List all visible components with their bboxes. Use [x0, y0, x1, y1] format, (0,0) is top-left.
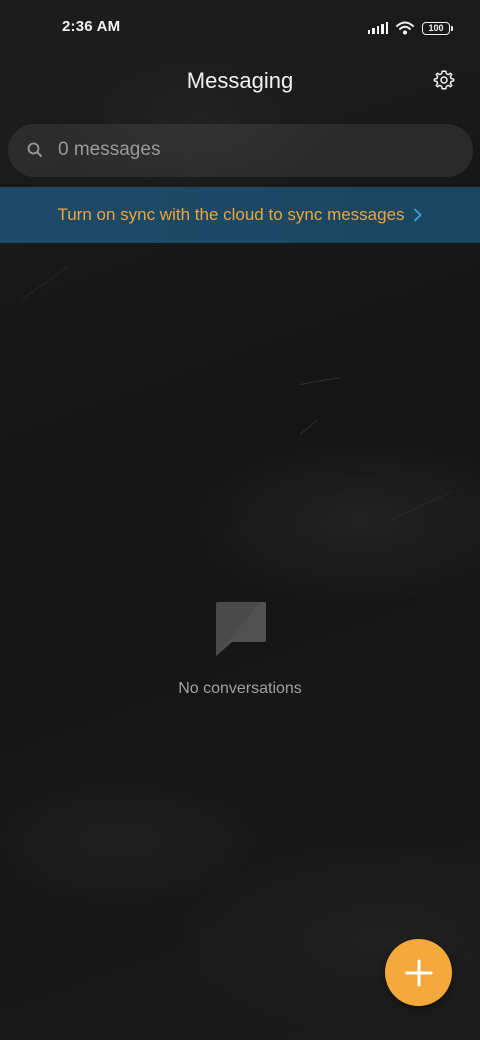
wifi-icon: [396, 21, 414, 35]
chevron-right-icon: [413, 208, 421, 222]
search-icon: [27, 142, 42, 157]
background-texture: [19, 265, 70, 301]
battery-icon: 100: [422, 21, 453, 35]
background-texture: [299, 377, 340, 385]
status-bar: 2:36 AM 100: [0, 0, 480, 56]
settings-button[interactable]: [432, 68, 456, 92]
plus-icon: [405, 959, 432, 986]
empty-state: No conversations: [0, 600, 480, 698]
header: Messaging: [0, 56, 480, 106]
page-title: Messaging: [186, 68, 294, 93]
search-input[interactable]: 0 messages: [58, 139, 160, 161]
search-bar[interactable]: 0 messages: [8, 124, 473, 177]
signal-icon: [367, 22, 388, 34]
battery-level: 100: [428, 22, 444, 33]
empty-state-label: No conversations: [178, 680, 302, 697]
sync-banner-text: Turn on sync with the cloud to sync mess…: [57, 205, 405, 224]
status-time: 2:36 AM: [62, 18, 121, 35]
background-texture: [299, 419, 318, 435]
background-texture: [389, 490, 454, 521]
new-message-button[interactable]: [385, 939, 452, 1006]
gear-icon: [433, 70, 455, 90]
chat-bubble-icon: [216, 602, 266, 656]
sync-banner[interactable]: Turn on sync with the cloud to sync mess…: [0, 187, 480, 243]
status-icons: 100: [367, 20, 453, 36]
